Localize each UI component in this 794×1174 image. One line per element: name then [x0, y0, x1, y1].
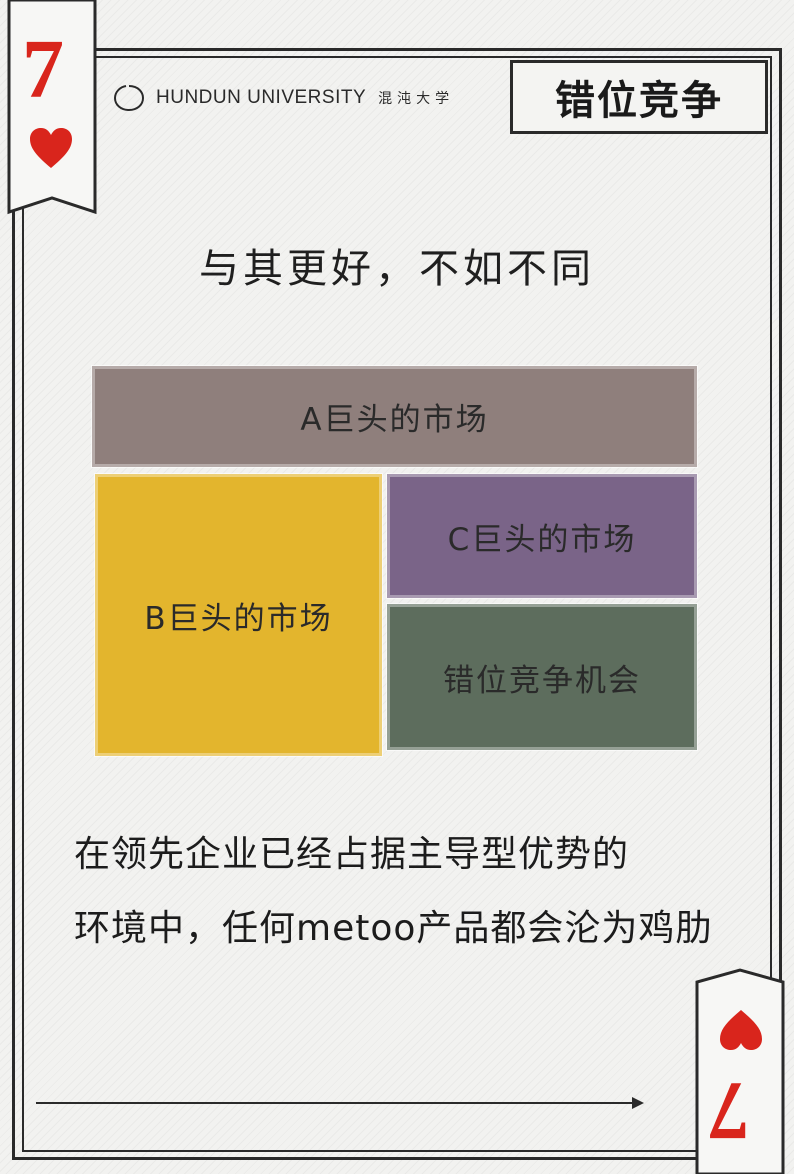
opportunity-block: 错位竞争机会	[387, 604, 697, 750]
brand-name-en: HUNDUN UNIVERSITY	[156, 87, 367, 108]
arrow-right-icon	[632, 1097, 644, 1109]
body-line-2: 环境中，任何metoo产品都会沦为鸡肋	[74, 908, 713, 949]
brand-logo: HUNDUN UNIVERSITY 混沌大学	[112, 80, 454, 116]
topic-title: 错位竞争	[510, 60, 768, 134]
card-rank-bottom: 7	[708, 1064, 750, 1157]
body-line-1: 在领先企业已经占据主导型优势的	[74, 834, 630, 875]
decorative-arrow-line	[36, 1102, 636, 1104]
heart-icon	[30, 128, 72, 168]
block-label: A巨头的市场	[300, 402, 489, 438]
hundun-logo-icon	[113, 85, 145, 112]
block-label: B巨头的市场	[144, 600, 333, 637]
body-text: 在领先企业已经占据主导型优势的 环境中，任何metoo产品都会沦为鸡肋	[74, 818, 724, 966]
block-label: 错位竞争机会	[443, 662, 641, 699]
market-block-b: B巨头的市场	[95, 474, 382, 756]
corner-tab-bottom-right: 7	[694, 968, 786, 1174]
market-block-a: A巨头的市场	[92, 366, 697, 467]
heart-icon	[720, 1010, 762, 1050]
market-block-c: C巨头的市场	[387, 474, 697, 598]
brand-name-cn: 混沌大学	[378, 91, 455, 107]
card-rank-top: 7	[22, 23, 64, 116]
block-label: C巨头的市场	[447, 521, 637, 558]
corner-tab-top-left: 7	[6, 0, 98, 218]
headline: 与其更好，不如不同	[199, 246, 595, 292]
